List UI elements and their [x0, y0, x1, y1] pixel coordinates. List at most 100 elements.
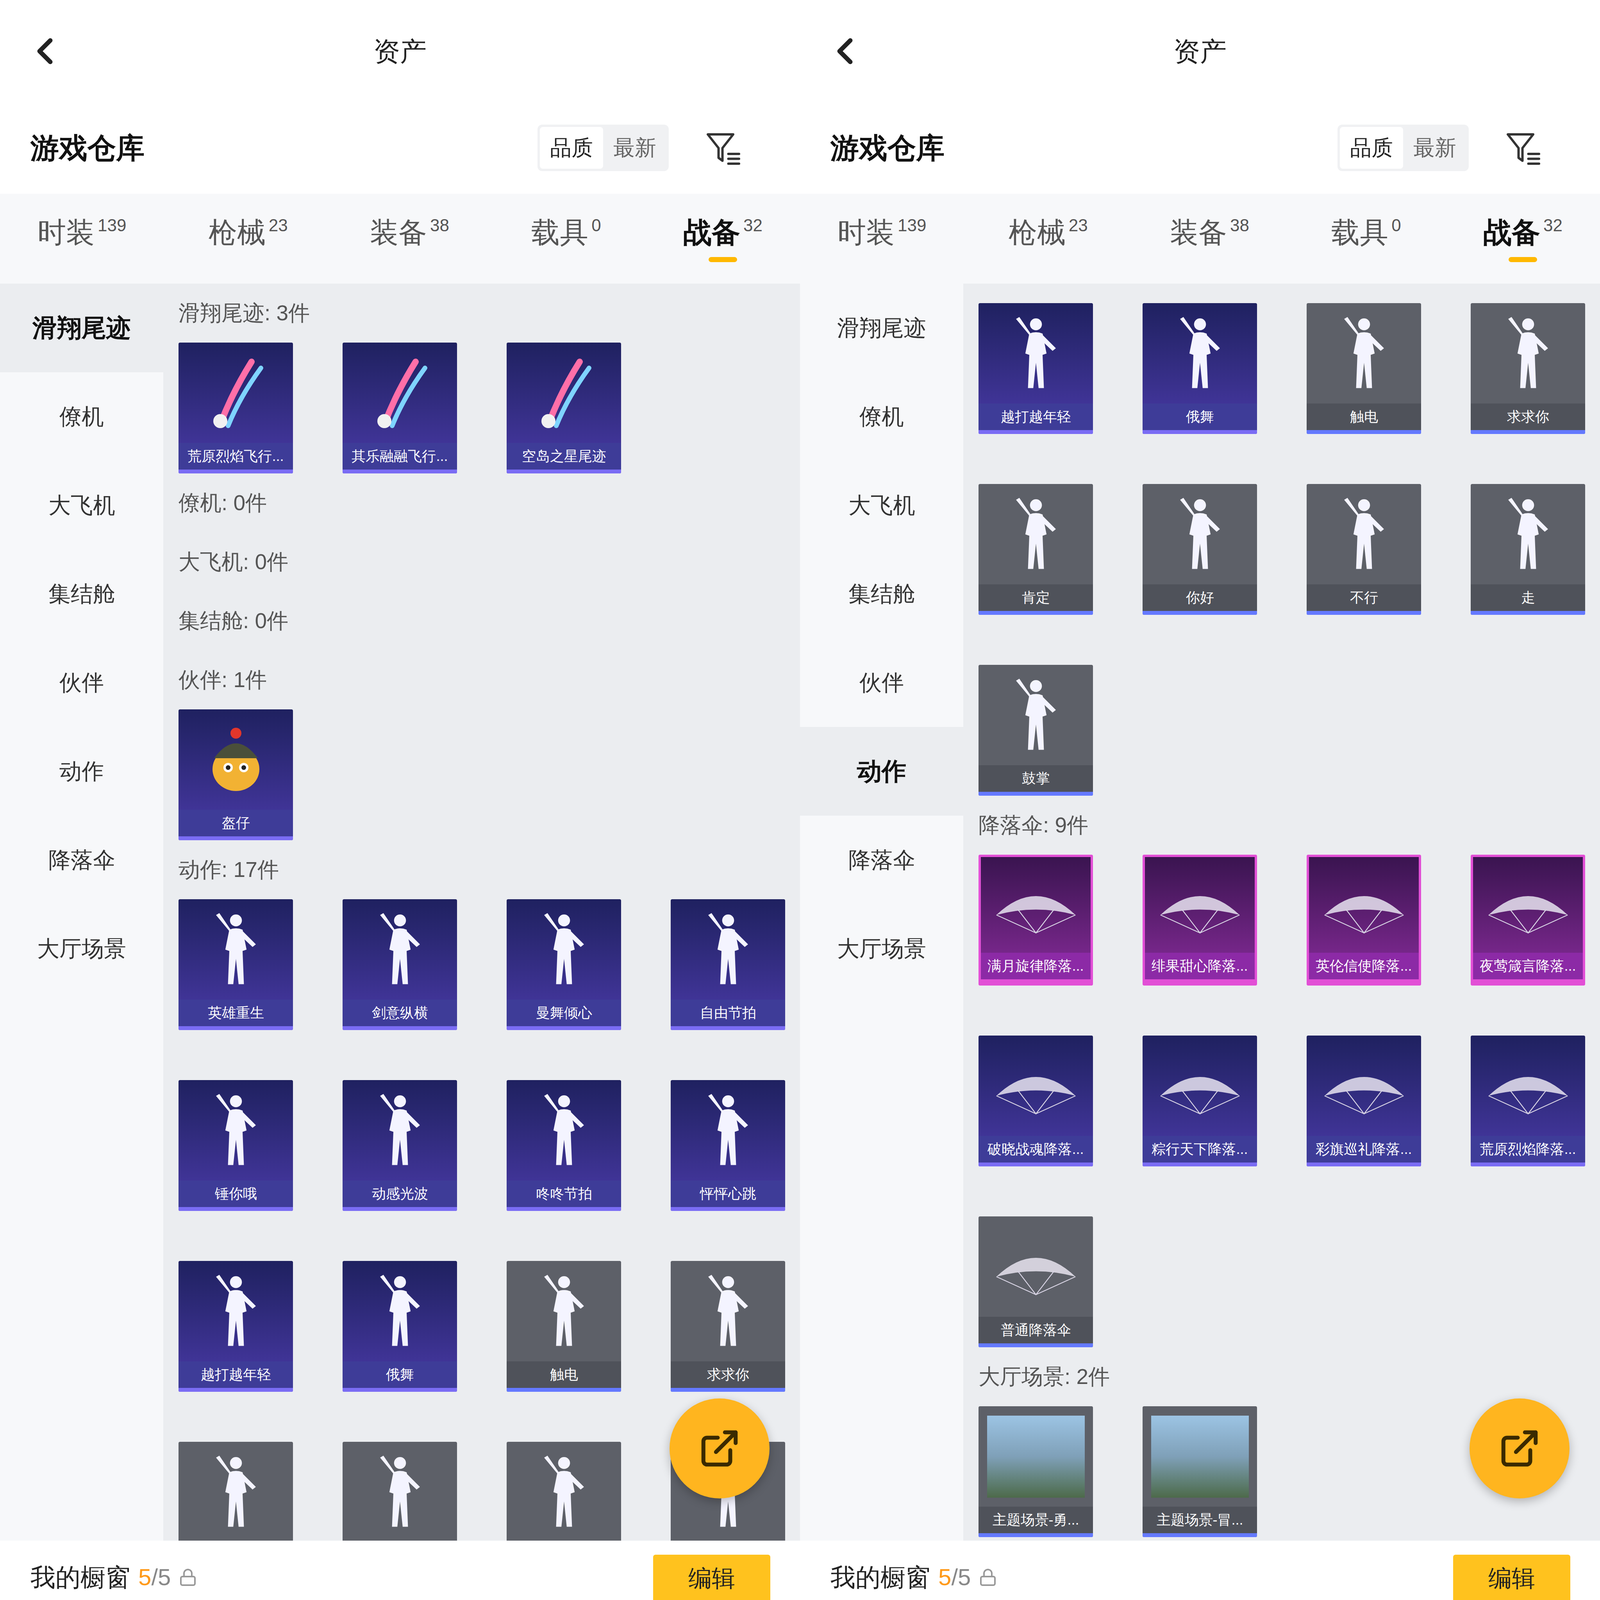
category-tab[interactable]: 载具0: [531, 215, 601, 263]
item-card[interactable]: [342, 1441, 458, 1541]
edit-button[interactable]: 编辑: [1453, 1554, 1571, 1600]
category-tab[interactable]: 时装139: [37, 215, 127, 263]
sidebar-item[interactable]: 大厅场景: [0, 904, 164, 993]
back-button[interactable]: [823, 29, 1174, 73]
item-card[interactable]: 俄舞: [1142, 303, 1258, 434]
page-title: 资产: [373, 31, 427, 72]
sort-option[interactable]: 最新: [1403, 126, 1467, 169]
tab-label: 枪械: [208, 215, 266, 250]
sidebar-item[interactable]: 大飞机: [0, 460, 164, 550]
item-card[interactable]: 绯果甜心降落...: [1142, 854, 1258, 986]
item-card[interactable]: 空岛之星尾迹: [506, 342, 622, 474]
sidebar-item[interactable]: 伙伴: [0, 638, 164, 727]
filter-icon[interactable]: [703, 128, 743, 168]
item-art: [506, 342, 622, 443]
sidebar-item[interactable]: 集结舱: [0, 549, 164, 639]
item-card[interactable]: 走: [1470, 483, 1586, 615]
category-tab[interactable]: 时装139: [837, 215, 927, 263]
section-header: 大厅场景: 2件: [978, 1347, 1600, 1407]
item-card[interactable]: 盔仔: [178, 709, 293, 841]
tab-count: 38: [1230, 215, 1250, 236]
item-card[interactable]: 自由节拍: [670, 899, 786, 1031]
item-art: [978, 303, 1093, 404]
share-icon[interactable]: [1498, 1426, 1542, 1470]
item-label: 夜莺箴言降落...: [1473, 952, 1583, 980]
item-card[interactable]: 俄舞: [342, 1260, 458, 1392]
item-card[interactable]: 触电: [1306, 303, 1422, 434]
back-button[interactable]: [23, 29, 374, 73]
category-tab[interactable]: 枪械23: [208, 215, 288, 263]
asset-section: 伙伴: 1件盔仔: [178, 650, 800, 841]
showcase-count: 5/5: [138, 1559, 171, 1595]
sidebar-item[interactable]: 伙伴: [800, 638, 964, 727]
tab-indicator: [551, 257, 581, 263]
item-card[interactable]: 求求你: [1470, 303, 1586, 434]
item-card[interactable]: 越打越年轻: [978, 303, 1093, 434]
item-card[interactable]: 触电: [506, 1260, 622, 1392]
item-card[interactable]: 越打越年轻: [178, 1260, 293, 1392]
item-card[interactable]: 荒原烈焰降落...: [1470, 1035, 1586, 1167]
item-card[interactable]: 不行: [1306, 483, 1422, 615]
section-header: 降落伞: 9件: [978, 795, 1600, 855]
item-card[interactable]: 粽行天下降落...: [1142, 1035, 1258, 1167]
item-card[interactable]: 求求你: [670, 1260, 786, 1392]
top-bar: 资产: [800, 0, 1600, 102]
item-card[interactable]: 主题场景-冒...: [1142, 1406, 1258, 1538]
page-title: 资产: [1173, 31, 1227, 72]
item-card[interactable]: 锤你哦: [178, 1080, 293, 1211]
category-tab[interactable]: 装备38: [369, 215, 450, 263]
quality-line: [1144, 979, 1255, 984]
item-card[interactable]: 鼓掌: [978, 664, 1093, 796]
item-card[interactable]: 你好: [1142, 483, 1258, 615]
share-button[interactable]: [1469, 1398, 1570, 1499]
category-tab[interactable]: 枪械23: [1008, 215, 1088, 263]
item-art: [1306, 483, 1422, 585]
back-arrow-icon[interactable]: [23, 29, 67, 73]
category-tab[interactable]: 战备32: [683, 215, 763, 263]
item-card[interactable]: 其乐融融飞行...: [342, 342, 458, 474]
item-card[interactable]: 主题场景-勇...: [978, 1406, 1093, 1538]
sidebar-item[interactable]: 大厅场景: [800, 904, 964, 993]
back-arrow-icon[interactable]: [823, 29, 867, 73]
sidebar-item[interactable]: 僚机: [800, 372, 964, 461]
sidebar-item[interactable]: 动作: [0, 726, 164, 816]
sidebar-item[interactable]: 降落伞: [0, 815, 164, 905]
category-tab[interactable]: 装备38: [1169, 215, 1250, 263]
section-header: 集结舱: 0件: [178, 591, 800, 651]
sidebar-item[interactable]: 大飞机: [800, 460, 964, 550]
item-card[interactable]: 英雄重生: [178, 899, 293, 1031]
item-card[interactable]: 破晓战魂降落...: [978, 1035, 1093, 1167]
category-tab[interactable]: 载具0: [1331, 215, 1401, 263]
item-card[interactable]: 彩旗巡礼降落...: [1306, 1035, 1422, 1167]
tab-label: 战备: [683, 215, 741, 250]
sidebar-item[interactable]: 滑翔尾迹: [0, 283, 164, 373]
sidebar-item[interactable]: 滑翔尾迹: [800, 283, 964, 373]
item-card[interactable]: 剑意纵横: [342, 899, 458, 1031]
share-button[interactable]: [669, 1398, 770, 1499]
item-card[interactable]: [506, 1441, 622, 1541]
item-card[interactable]: [178, 1441, 293, 1541]
item-card[interactable]: 英伦信使降落...: [1306, 854, 1422, 986]
item-card[interactable]: 怦怦心跳: [670, 1080, 786, 1211]
filter-icon[interactable]: [1503, 128, 1543, 168]
item-art: [342, 1080, 458, 1181]
sort-option[interactable]: 品质: [1339, 126, 1404, 169]
item-card[interactable]: 普通降落伞: [978, 1216, 1093, 1348]
item-card[interactable]: 夜莺箴言降落...: [1470, 854, 1586, 986]
item-card[interactable]: 满月旋律降落...: [978, 854, 1093, 986]
item-card[interactable]: 曼舞倾心: [506, 899, 622, 1031]
item-card[interactable]: 咚咚节拍: [506, 1080, 622, 1211]
sidebar-item[interactable]: 降落伞: [800, 815, 964, 905]
sidebar-item[interactable]: 动作: [800, 726, 964, 816]
sort-option[interactable]: 最新: [603, 126, 667, 169]
sort-option[interactable]: 品质: [539, 126, 604, 169]
edit-button[interactable]: 编辑: [653, 1554, 771, 1600]
item-card[interactable]: 肯定: [978, 483, 1093, 615]
item-card[interactable]: 荒原烈焰飞行...: [178, 342, 293, 474]
emote-figure-icon: [1494, 312, 1562, 395]
sidebar-item[interactable]: 僚机: [0, 372, 164, 461]
share-icon[interactable]: [698, 1426, 742, 1470]
item-card[interactable]: 动感光波: [342, 1080, 458, 1211]
category-tab[interactable]: 战备32: [1483, 215, 1563, 263]
sidebar-item[interactable]: 集结舱: [800, 549, 964, 639]
